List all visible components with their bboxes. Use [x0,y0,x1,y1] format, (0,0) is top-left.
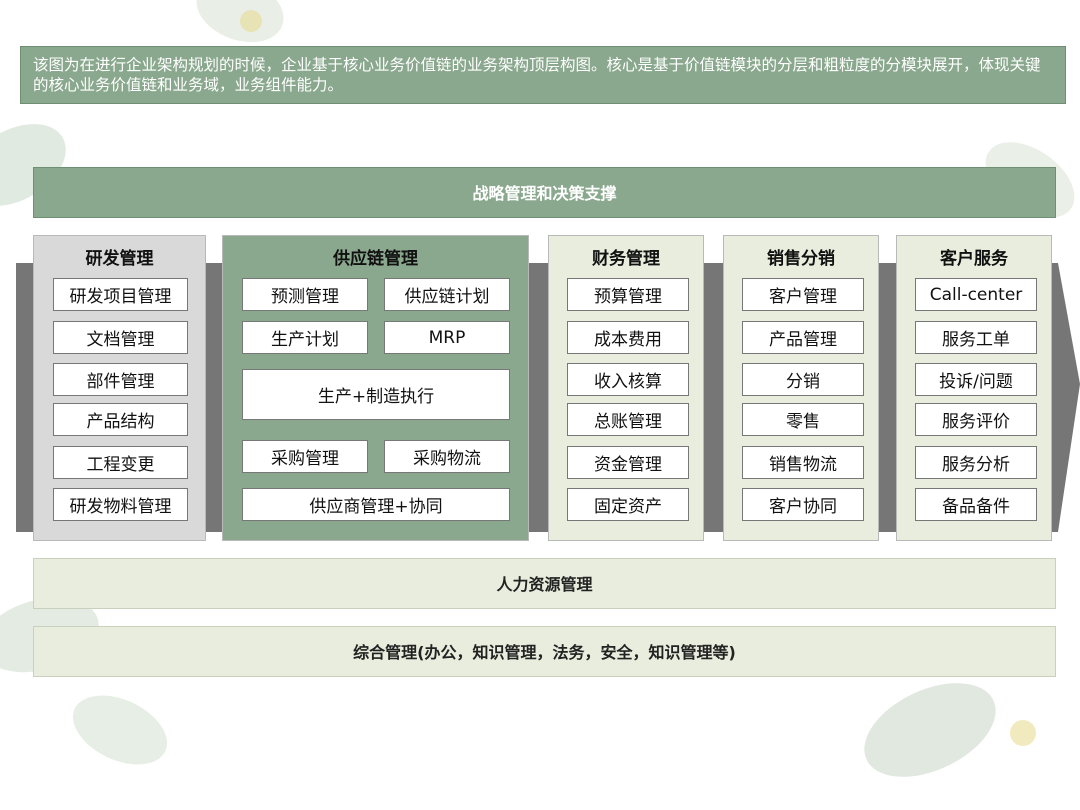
cell-sc-7: 采购物流 [384,440,510,473]
cell-cs-4: 服务评价 [915,403,1037,436]
cell-sc-2: 供应链计划 [384,278,510,311]
column-title-sales: 销售分销 [767,249,835,269]
cell-rd-3: 部件管理 [53,363,188,396]
column-title-finance: 财务管理 [592,249,660,269]
column-supply-chain: 供应链管理 预测管理 供应链计划 生产计划 MRP 生产+制造执行 采购管理 采… [222,235,529,541]
cell-fi-1: 预算管理 [567,278,689,311]
cell-rd-2: 文档管理 [53,321,188,354]
cell-sc-5: 生产+制造执行 [242,369,510,420]
hr-band: 人力资源管理 [33,558,1056,609]
cell-cs-6: 备品备件 [915,488,1037,521]
cell-sa-2: 产品管理 [742,321,864,354]
cell-sa-5: 销售物流 [742,446,864,479]
cell-fi-6: 固定资产 [567,488,689,521]
cell-sc-3: 生产计划 [242,321,368,354]
cell-fi-4: 总账管理 [567,403,689,436]
column-title-rd: 研发管理 [85,249,154,269]
cell-cs-3: 投诉/问题 [915,363,1037,396]
cell-rd-4: 产品结构 [53,403,188,436]
cell-fi-2: 成本费用 [567,321,689,354]
cell-sc-6: 采购管理 [242,440,368,473]
cell-fi-5: 资金管理 [567,446,689,479]
cell-rd-6: 研发物料管理 [53,488,188,521]
cell-sa-4: 零售 [742,403,864,436]
column-title-customer-service: 客户服务 [940,249,1008,269]
column-finance: 财务管理 预算管理 成本费用 收入核算 总账管理 资金管理 固定资产 [548,235,704,541]
cell-rd-1: 研发项目管理 [53,278,188,311]
cell-cs-2: 服务工单 [915,321,1037,354]
cell-rd-5: 工程变更 [53,446,188,479]
cell-sc-1: 预测管理 [242,278,368,311]
column-title-supply-chain: 供应链管理 [333,249,418,269]
cell-fi-3: 收入核算 [567,363,689,396]
cell-cs-5: 服务分析 [915,446,1037,479]
cell-sa-6: 客户协同 [742,488,864,521]
cell-cs-1: Call-center [915,278,1037,311]
general-management-band: 综合管理(办公，知识管理，法务，安全，知识管理等) [33,626,1056,677]
column-rd: 研发管理 研发项目管理 文档管理 部件管理 产品结构 工程变更 研发物料管理 [33,235,206,541]
column-customer-service: 客户服务 Call-center 服务工单 投诉/问题 服务评价 服务分析 备品… [896,235,1052,541]
cell-sc-4: MRP [384,321,510,354]
cell-sa-1: 客户管理 [742,278,864,311]
column-sales: 销售分销 客户管理 产品管理 分销 零售 销售物流 客户协同 [723,235,879,541]
cell-sa-3: 分销 [742,363,864,396]
cell-sc-8: 供应商管理+协同 [242,488,510,521]
